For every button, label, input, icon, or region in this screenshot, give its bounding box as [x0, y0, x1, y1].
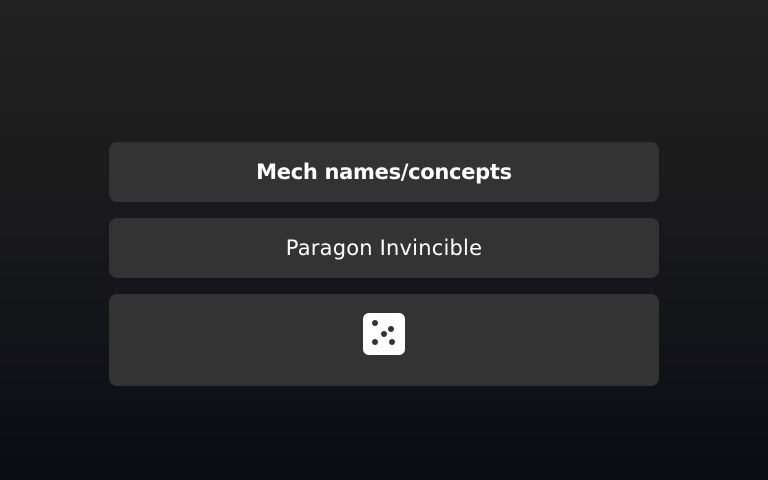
generator-title-panel: Mech names/concepts: [109, 142, 659, 202]
dice-five-icon: [363, 313, 405, 355]
generator-title: Mech names/concepts: [256, 160, 512, 184]
generated-result-panel: Paragon Invincible: [109, 218, 659, 278]
generated-result: Paragon Invincible: [285, 236, 483, 260]
roll-button[interactable]: [109, 294, 659, 386]
